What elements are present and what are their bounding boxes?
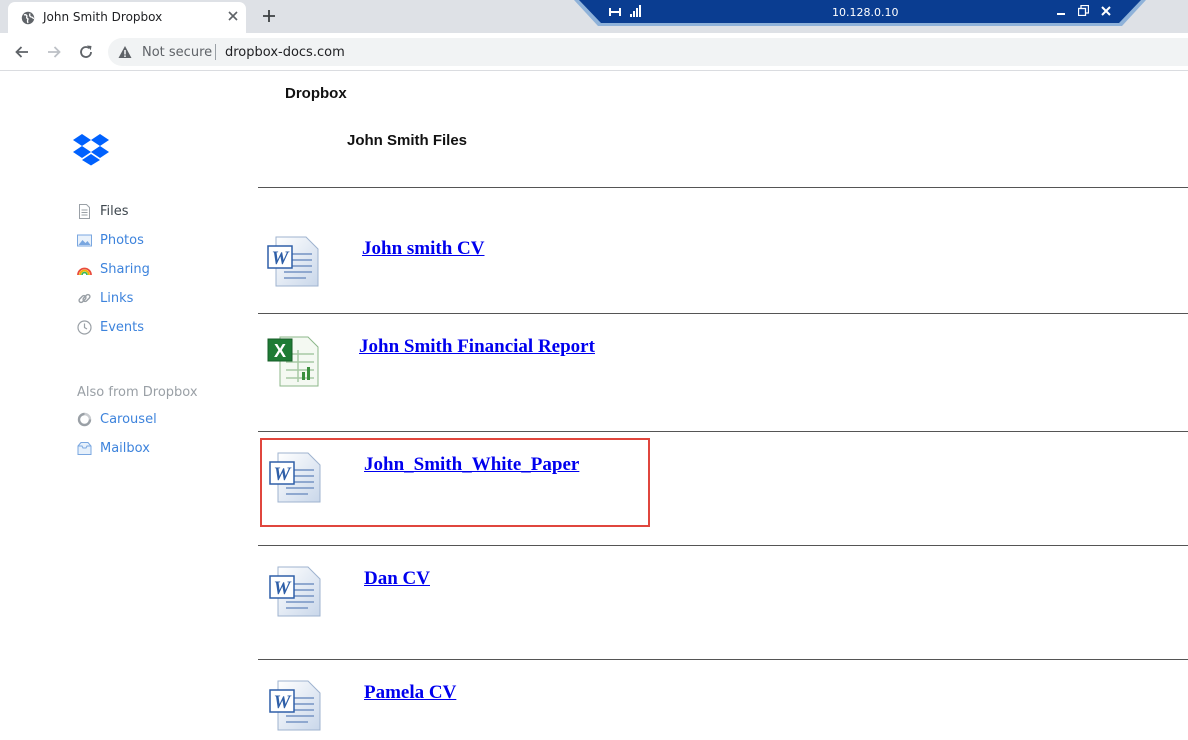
restore-icon[interactable] <box>1078 5 1089 16</box>
file-link[interactable]: Dan CV <box>364 568 430 590</box>
file-link[interactable]: John smith CV <box>362 238 484 260</box>
file-link[interactable]: Pamela CV <box>364 682 456 704</box>
remote-session-bar: 10.128.0.10 <box>574 0 1146 26</box>
brand-heading: Dropbox <box>285 85 347 102</box>
browser-tab[interactable]: John Smith Dropbox <box>8 2 246 33</box>
svg-text:W: W <box>274 578 292 599</box>
dropbox-logo-icon[interactable] <box>72 133 110 166</box>
photo-icon <box>77 234 92 247</box>
mailbox-icon <box>77 442 92 455</box>
also-from-dropbox-label: Also from Dropbox <box>77 385 198 400</box>
security-status[interactable]: Not secure <box>142 45 212 60</box>
new-tab-icon[interactable] <box>262 9 276 23</box>
page-title: John Smith Files <box>347 132 468 149</box>
reload-icon[interactable] <box>78 44 94 60</box>
carousel-icon <box>77 412 92 427</box>
sidebar-item-label: Events <box>100 320 145 335</box>
address-separator <box>215 44 216 60</box>
browser-tab-bar: John Smith Dropbox 10.128.0.10 <box>0 0 1188 33</box>
file-row: X John Smith Financial Report <box>258 314 1188 431</box>
remote-ip-label: 10.128.0.10 <box>832 6 899 19</box>
rainbow-icon <box>77 267 92 276</box>
signal-icon <box>630 5 641 17</box>
clock-icon <box>77 320 92 335</box>
svg-text:W: W <box>272 248 290 269</box>
sidebar-item-label: Mailbox <box>100 441 150 456</box>
svg-text:W: W <box>274 692 292 713</box>
url-text[interactable]: dropbox-docs.com <box>225 45 345 60</box>
minimize-icon[interactable] <box>1056 6 1066 16</box>
browser-toolbar: Not secure dropbox-docs.com <box>0 33 1188 71</box>
sidebar-item-label: Links <box>100 291 134 306</box>
svg-text:X: X <box>274 341 286 361</box>
forward-arrow-icon[interactable] <box>46 44 62 60</box>
globe-icon <box>21 11 35 25</box>
pin-icon[interactable] <box>608 5 622 19</box>
link-icon <box>78 293 91 304</box>
sidebar-item-label: Sharing <box>100 262 150 277</box>
file-row: W John smith CV <box>258 188 1188 313</box>
file-icon <box>79 204 90 219</box>
file-row: W Dan CV <box>258 546 1188 659</box>
highlight-box <box>260 438 650 527</box>
warning-icon[interactable] <box>118 45 132 59</box>
word-document-icon[interactable]: W <box>266 234 320 288</box>
word-document-icon[interactable]: W <box>268 678 322 732</box>
back-arrow-icon[interactable] <box>14 44 30 60</box>
close-tab-icon[interactable] <box>226 9 240 23</box>
sidebar-item-label: Carousel <box>100 412 157 427</box>
sidebar-item-label: Photos <box>100 233 144 248</box>
page-content: Files Photos Sharing Links Events Also f… <box>0 72 1188 740</box>
tab-title: John Smith Dropbox <box>43 10 163 24</box>
word-document-icon[interactable]: W <box>268 564 322 618</box>
sidebar-item-label: Files <box>100 204 129 219</box>
excel-spreadsheet-icon[interactable]: X <box>266 334 320 388</box>
file-link[interactable]: John Smith Financial Report <box>359 336 595 358</box>
close-session-icon[interactable] <box>1101 6 1111 16</box>
file-row: W Pamela CV <box>258 660 1188 740</box>
address-bar[interactable]: Not secure dropbox-docs.com <box>108 38 1188 66</box>
